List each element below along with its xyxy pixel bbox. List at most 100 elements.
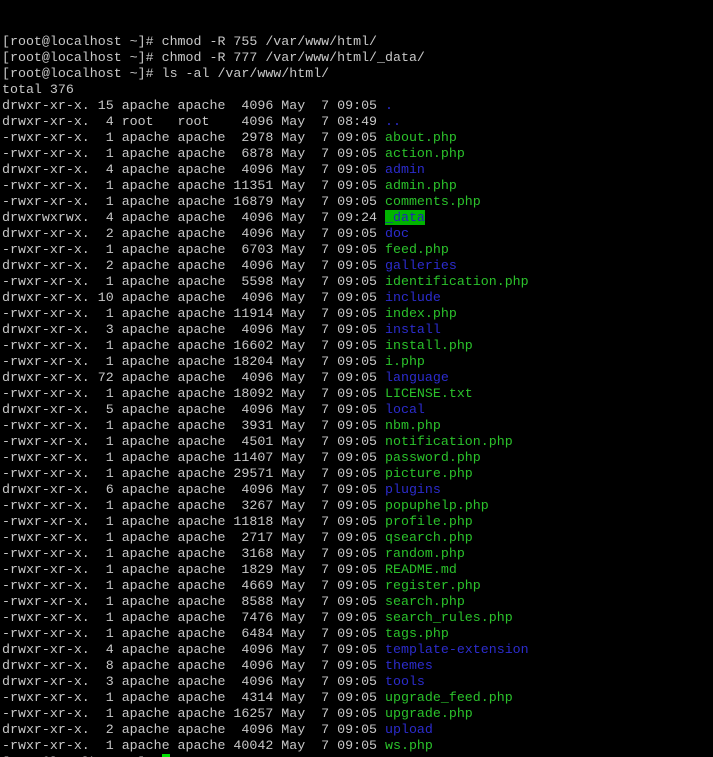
file-name: tags.php: [385, 626, 449, 641]
file-meta: drwxr-xr-x. 4 root root 4096 May 7 08:49: [2, 114, 386, 129]
file-row: -rwxr-xr-x. 1 apache apache 1829 May 7 0…: [2, 562, 713, 578]
file-name: register.php: [385, 578, 481, 593]
file-name: doc: [385, 226, 409, 241]
file-row: -rwxr-xr-x. 1 apache apache 5598 May 7 0…: [2, 274, 713, 290]
file-row: -rwxr-xr-x. 1 apache apache 7476 May 7 0…: [2, 610, 713, 626]
shell-prompt: [root@localhost ~]#: [2, 66, 162, 81]
file-name: i.php: [385, 354, 425, 369]
file-name: install.php: [385, 338, 473, 353]
file-row: -rwxr-xr-x. 1 apache apache 2717 May 7 0…: [2, 530, 713, 546]
total-text: total 376: [2, 82, 74, 97]
file-meta: drwxrwxrwx. 4 apache apache 4096 May 7 0…: [2, 210, 386, 225]
file-row: drwxr-xr-x. 2 apache apache 4096 May 7 0…: [2, 258, 713, 274]
file-name: README.md: [385, 562, 457, 577]
file-meta: -rwxr-xr-x. 1 apache apache 6703 May 7 0…: [2, 242, 386, 257]
shell-prompt: [root@localhost ~]#: [2, 50, 162, 65]
file-row: -rwxr-xr-x. 1 apache apache 11407 May 7 …: [2, 450, 713, 466]
file-name: tools: [385, 674, 425, 689]
file-row: drwxr-xr-x. 6 apache apache 4096 May 7 0…: [2, 482, 713, 498]
file-name: random.php: [385, 546, 465, 561]
terminal-output: [root@localhost ~]# chmod -R 755 /var/ww…: [2, 34, 713, 757]
file-meta: drwxr-xr-x. 4 apache apache 4096 May 7 0…: [2, 162, 386, 177]
file-name: picture.php: [385, 466, 473, 481]
file-row: drwxr-xr-x. 15 apache apache 4096 May 7 …: [2, 98, 713, 114]
command-line-2: [root@localhost ~]# chmod -R 777 /var/ww…: [2, 50, 713, 66]
file-meta: drwxr-xr-x. 6 apache apache 4096 May 7 0…: [2, 482, 386, 497]
file-row: -rwxr-xr-x. 1 apache apache 6878 May 7 0…: [2, 146, 713, 162]
file-name: notification.php: [385, 434, 513, 449]
file-meta: -rwxr-xr-x. 1 apache apache 11351 May 7 …: [2, 178, 386, 193]
file-meta: -rwxr-xr-x. 1 apache apache 18204 May 7 …: [2, 354, 386, 369]
file-meta: -rwxr-xr-x. 1 apache apache 40042 May 7 …: [2, 738, 386, 753]
file-name: upgrade.php: [385, 706, 473, 721]
file-row: -rwxr-xr-x. 1 apache apache 18204 May 7 …: [2, 354, 713, 370]
file-row: drwxr-xr-x. 2 apache apache 4096 May 7 0…: [2, 226, 713, 242]
file-name: admin: [385, 162, 425, 177]
file-row: -rwxr-xr-x. 1 apache apache 3931 May 7 0…: [2, 418, 713, 434]
file-name: comments.php: [385, 194, 481, 209]
file-name: popuphelp.php: [385, 498, 489, 513]
file-row: drwxr-xr-x. 3 apache apache 4096 May 7 0…: [2, 674, 713, 690]
file-name: .: [385, 98, 393, 113]
file-name: galleries: [385, 258, 457, 273]
file-name: template-extension: [385, 642, 529, 657]
file-row: -rwxr-xr-x. 1 apache apache 16602 May 7 …: [2, 338, 713, 354]
file-row: drwxr-xr-x. 8 apache apache 4096 May 7 0…: [2, 658, 713, 674]
command-line-1: [root@localhost ~]# chmod -R 755 /var/ww…: [2, 34, 713, 50]
file-name: include: [385, 290, 441, 305]
terminal-screen[interactable]: [root@localhost ~]# chmod -R 755 /var/ww…: [0, 0, 713, 757]
file-row: -rwxr-xr-x. 1 apache apache 29571 May 7 …: [2, 466, 713, 482]
file-name: language: [385, 370, 449, 385]
file-name: nbm.php: [385, 418, 441, 433]
file-meta: -rwxr-xr-x. 1 apache apache 1829 May 7 0…: [2, 562, 386, 577]
file-meta: drwxr-xr-x. 2 apache apache 4096 May 7 0…: [2, 258, 386, 273]
file-name: themes: [385, 658, 433, 673]
file-row: drwxrwxrwx. 4 apache apache 4096 May 7 0…: [2, 210, 713, 226]
file-row: -rwxr-xr-x. 1 apache apache 11351 May 7 …: [2, 178, 713, 194]
file-name: feed.php: [385, 242, 449, 257]
file-row: -rwxr-xr-x. 1 apache apache 4501 May 7 0…: [2, 434, 713, 450]
file-meta: -rwxr-xr-x. 1 apache apache 3931 May 7 0…: [2, 418, 386, 433]
total-line: total 376: [2, 82, 713, 98]
file-meta: -rwxr-xr-x. 1 apache apache 11818 May 7 …: [2, 514, 386, 529]
file-meta: -rwxr-xr-x. 1 apache apache 3168 May 7 0…: [2, 546, 386, 561]
file-meta: -rwxr-xr-x. 1 apache apache 6484 May 7 0…: [2, 626, 386, 641]
file-name: upgrade_feed.php: [385, 690, 513, 705]
file-meta: drwxr-xr-x. 2 apache apache 4096 May 7 0…: [2, 722, 386, 737]
file-row: -rwxr-xr-x. 1 apache apache 16257 May 7 …: [2, 706, 713, 722]
file-name: LICENSE.txt: [385, 386, 473, 401]
file-meta: -rwxr-xr-x. 1 apache apache 6878 May 7 0…: [2, 146, 386, 161]
file-row: drwxr-xr-x. 3 apache apache 4096 May 7 0…: [2, 322, 713, 338]
file-row: -rwxr-xr-x. 1 apache apache 8588 May 7 0…: [2, 594, 713, 610]
file-meta: -rwxr-xr-x. 1 apache apache 4501 May 7 0…: [2, 434, 386, 449]
file-name: plugins: [385, 482, 441, 497]
file-meta: -rwxr-xr-x. 1 apache apache 8588 May 7 0…: [2, 594, 386, 609]
file-name: _data: [385, 210, 425, 225]
file-row: -rwxr-xr-x. 1 apache apache 4669 May 7 0…: [2, 578, 713, 594]
file-meta: drwxr-xr-x. 4 apache apache 4096 May 7 0…: [2, 642, 386, 657]
file-meta: -rwxr-xr-x. 1 apache apache 4314 May 7 0…: [2, 690, 386, 705]
file-row: -rwxr-xr-x. 1 apache apache 6703 May 7 0…: [2, 242, 713, 258]
file-meta: drwxr-xr-x. 3 apache apache 4096 May 7 0…: [2, 674, 386, 689]
file-meta: -rwxr-xr-x. 1 apache apache 16257 May 7 …: [2, 706, 386, 721]
file-meta: drwxr-xr-x. 2 apache apache 4096 May 7 0…: [2, 226, 386, 241]
file-meta: -rwxr-xr-x. 1 apache apache 16602 May 7 …: [2, 338, 386, 353]
file-name: index.php: [385, 306, 457, 321]
file-name: search.php: [385, 594, 465, 609]
file-row: drwxr-xr-x. 72 apache apache 4096 May 7 …: [2, 370, 713, 386]
file-row: drwxr-xr-x. 4 apache apache 4096 May 7 0…: [2, 162, 713, 178]
file-name: password.php: [385, 450, 481, 465]
shell-prompt: [root@localhost ~]#: [2, 34, 162, 49]
file-row: -rwxr-xr-x. 1 apache apache 40042 May 7 …: [2, 738, 713, 754]
file-name: upload: [385, 722, 433, 737]
file-meta: -rwxr-xr-x. 1 apache apache 2717 May 7 0…: [2, 530, 386, 545]
file-meta: -rwxr-xr-x. 1 apache apache 2978 May 7 0…: [2, 130, 386, 145]
file-name: action.php: [385, 146, 465, 161]
file-row: -rwxr-xr-x. 1 apache apache 4314 May 7 0…: [2, 690, 713, 706]
file-meta: -rwxr-xr-x. 1 apache apache 7476 May 7 0…: [2, 610, 386, 625]
file-meta: -rwxr-xr-x. 1 apache apache 4669 May 7 0…: [2, 578, 386, 593]
file-name: install: [385, 322, 441, 337]
command-line-3: [root@localhost ~]# ls -al /var/www/html…: [2, 66, 713, 82]
file-name: search_rules.php: [385, 610, 513, 625]
file-row: -rwxr-xr-x. 1 apache apache 3168 May 7 0…: [2, 546, 713, 562]
